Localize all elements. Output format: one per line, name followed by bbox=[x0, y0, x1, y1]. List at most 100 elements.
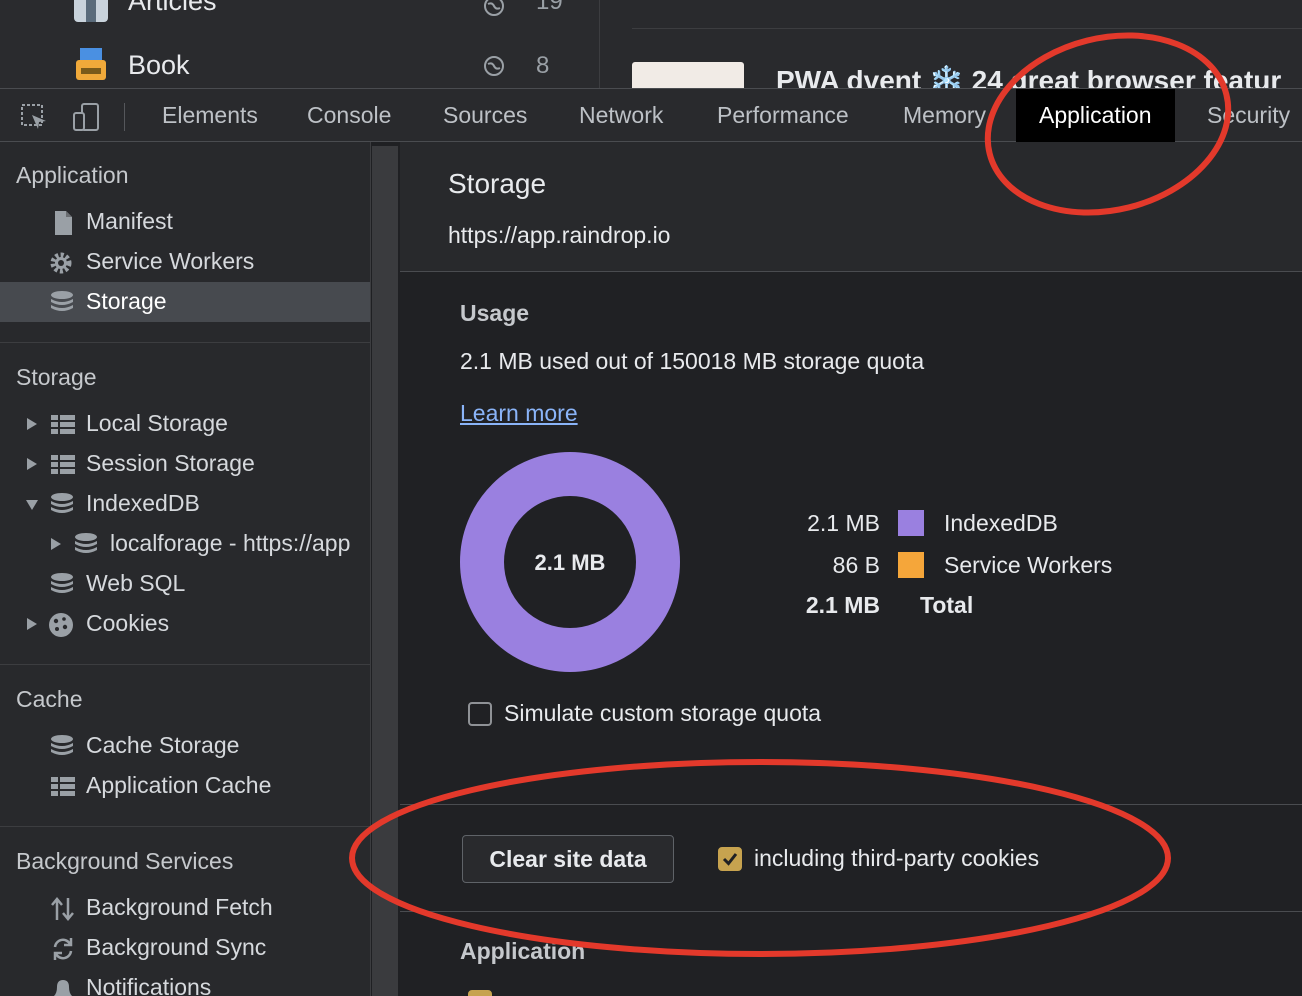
sidebar-item-cache-storage[interactable]: Cache Storage bbox=[0, 726, 370, 766]
collections-list: Articles 19 Book 8 bbox=[0, 0, 600, 88]
simulate-quota-checkbox[interactable] bbox=[468, 702, 492, 726]
sidebar-item-manifest[interactable]: Manifest bbox=[0, 202, 370, 242]
typewriter-icon bbox=[76, 48, 106, 80]
tab-sources[interactable]: Sources bbox=[443, 89, 527, 142]
simulate-quota-row[interactable]: Simulate custom storage quota bbox=[468, 700, 888, 730]
collection-label: Articles bbox=[128, 0, 217, 16]
tab-memory[interactable]: Memory bbox=[903, 89, 986, 142]
sidebar-item-cookies[interactable]: Cookies bbox=[0, 604, 370, 644]
expand-arrow-icon[interactable] bbox=[26, 457, 38, 471]
page-behind-devtools: Articles 19 Book 8 PWA dvent ❄️ 24 great… bbox=[0, 0, 1302, 88]
bell-icon bbox=[54, 980, 72, 996]
sidebar-item-label: Background Fetch bbox=[86, 894, 273, 920]
inspect-element-icon[interactable] bbox=[18, 101, 50, 133]
sidebar-item-web-sql[interactable]: Web SQL bbox=[0, 564, 370, 604]
legend-name: Service Workers bbox=[944, 552, 1113, 578]
gear-icon bbox=[50, 252, 72, 274]
grid-icon bbox=[51, 777, 75, 796]
learn-more-link[interactable]: Learn more bbox=[460, 400, 578, 427]
sidebar-scrollbar-thumb[interactable] bbox=[372, 146, 398, 996]
legend-name: Total bbox=[920, 592, 974, 618]
devtools-tabbar: Elements Console Sources Network Perform… bbox=[0, 88, 1302, 142]
database-icon bbox=[51, 493, 73, 513]
article-title[interactable]: PWA dvent ❄️ 24 great browser featur bbox=[776, 64, 1281, 88]
donut-center-value: 2.1 MB bbox=[534, 550, 606, 575]
arrows-updown-icon bbox=[51, 897, 74, 921]
section-title-application: Application bbox=[16, 162, 129, 188]
collection-row-book[interactable]: Book 8 bbox=[0, 46, 600, 86]
collection-label: Book bbox=[128, 50, 190, 80]
article-icon bbox=[74, 0, 108, 22]
sidebar-item-label: Service Workers bbox=[86, 248, 255, 274]
expand-arrow-icon[interactable] bbox=[26, 617, 38, 631]
panel-header: Storage https://app.raindrop.io bbox=[400, 142, 1302, 272]
sidebar-item-label: Web SQL bbox=[86, 570, 186, 596]
cookie-icon bbox=[49, 613, 73, 637]
divider bbox=[0, 342, 370, 343]
application-sidebar: Application Manifest Service Workers Sto… bbox=[0, 142, 370, 996]
sidebar-item-label: Session Storage bbox=[86, 450, 255, 476]
tab-elements[interactable]: Elements bbox=[162, 89, 258, 142]
section-title-storage: Storage bbox=[16, 364, 97, 390]
legend-row-total: 2.1 MB Total bbox=[780, 592, 1200, 622]
divider bbox=[0, 826, 370, 827]
sidebar-item-background-sync[interactable]: Background Sync bbox=[0, 928, 370, 968]
sidebar-item-background-fetch[interactable]: Background Fetch bbox=[0, 888, 370, 928]
globe-icon bbox=[484, 0, 504, 16]
device-toolbar-icon[interactable] bbox=[70, 101, 102, 133]
database-icon bbox=[51, 573, 73, 593]
toolbar-separator bbox=[124, 103, 125, 131]
usage-summary: 2.1 MB used out of 150018 MB storage quo… bbox=[460, 348, 925, 374]
sidebar-item-notifications[interactable]: Notifications bbox=[0, 968, 370, 996]
sidebar-item-indexeddb[interactable]: IndexedDB bbox=[0, 484, 370, 524]
sidebar-item-label: Cookies bbox=[86, 610, 170, 636]
sidebar-item-label: Application Cache bbox=[86, 772, 272, 798]
legend-name: IndexedDB bbox=[944, 510, 1058, 536]
clear-site-data-button[interactable]: Clear site data bbox=[462, 835, 674, 883]
sidebar-item-label: Storage bbox=[86, 288, 167, 314]
collection-count: 19 bbox=[536, 0, 563, 15]
sidebar-item-label: IndexedDB bbox=[86, 490, 200, 516]
tab-network[interactable]: Network bbox=[579, 89, 663, 142]
tab-performance[interactable]: Performance bbox=[717, 89, 849, 142]
sidebar-item-localforage[interactable]: localforage - https://app bbox=[0, 524, 370, 564]
unregister-sw-checkbox[interactable] bbox=[468, 990, 492, 996]
section-title-cache: Cache bbox=[16, 686, 83, 712]
sidebar-item-session-storage[interactable]: Session Storage bbox=[0, 444, 370, 484]
collection-row-articles[interactable]: Articles 19 bbox=[0, 0, 600, 26]
sidebar-item-service-workers[interactable]: Service Workers bbox=[0, 242, 370, 282]
usage-heading: Usage bbox=[460, 300, 530, 326]
collection-count: 8 bbox=[536, 52, 550, 79]
grid-icon bbox=[51, 415, 75, 434]
database-icon bbox=[51, 291, 73, 311]
document-icon bbox=[55, 211, 72, 235]
sidebar-item-local-storage[interactable]: Local Storage bbox=[0, 404, 370, 444]
sidebar-item-label: Background Sync bbox=[86, 934, 267, 960]
legend-size: 2.1 MB bbox=[805, 592, 880, 618]
third-party-cookies-checkbox[interactable] bbox=[718, 847, 742, 871]
application-heading: Application bbox=[460, 938, 586, 964]
tab-application[interactable]: Application bbox=[1016, 89, 1175, 142]
legend-row-indexeddb: 2.1 MB IndexedDB bbox=[780, 510, 1200, 540]
collapse-arrow-icon[interactable] bbox=[25, 499, 39, 511]
divider bbox=[0, 664, 370, 665]
article-thumbnail[interactable] bbox=[632, 62, 744, 88]
sidebar-item-storage[interactable]: Storage bbox=[0, 282, 370, 322]
page-title: Storage bbox=[448, 168, 547, 199]
sidebar-item-application-cache[interactable]: Application Cache bbox=[0, 766, 370, 806]
sidebar-item-label: Cache Storage bbox=[86, 732, 240, 758]
tab-security[interactable]: Security bbox=[1207, 89, 1290, 142]
sync-icon bbox=[53, 938, 73, 960]
sidebar-item-label: Local Storage bbox=[86, 410, 228, 436]
tab-console[interactable]: Console bbox=[307, 89, 391, 142]
expand-arrow-icon[interactable] bbox=[50, 537, 62, 551]
globe-icon bbox=[484, 56, 504, 76]
sidebar-item-label: Manifest bbox=[86, 208, 173, 234]
clear-storage-section: Clear site data including third-party co… bbox=[400, 804, 1302, 912]
sidebar-item-label: localforage - https://app bbox=[110, 530, 351, 556]
expand-arrow-icon[interactable] bbox=[26, 417, 38, 431]
sidebar-item-label: Notifications bbox=[86, 974, 212, 996]
legend-swatch bbox=[898, 510, 924, 536]
third-party-cookies-row[interactable]: including third-party cookies bbox=[718, 845, 1118, 875]
section-title-background-services: Background Services bbox=[16, 848, 234, 874]
